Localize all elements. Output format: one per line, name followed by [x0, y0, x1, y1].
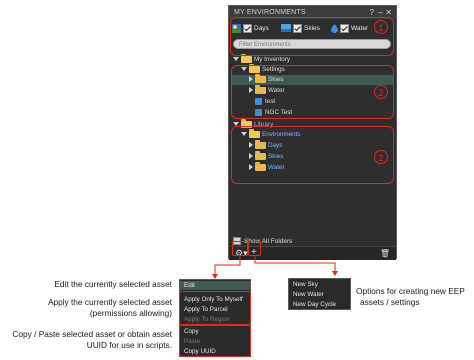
- caption-apply-line2: (permissions allowing): [89, 308, 172, 318]
- menu-item-edit[interactable]: Edit: [180, 281, 250, 290]
- annotation-box-apply: [179, 291, 251, 325]
- menu-item-new-day-cycle[interactable]: New Day Cycle: [293, 300, 336, 309]
- menu-item-new-water[interactable]: New Water: [293, 290, 324, 299]
- caption-new-line1: Options for creating new EEP: [356, 286, 465, 296]
- caption-copy-line2: UUID for use in scripts.: [86, 340, 172, 350]
- annotation-box-copy: [179, 325, 251, 357]
- caption-edit: Edit the currently selected asset: [54, 279, 172, 289]
- menu-item-new-sky[interactable]: New Sky: [293, 280, 318, 289]
- new-dropdown-menu: New Sky New Water New Day Cycle: [288, 278, 351, 310]
- caption-copy-line1: Copy / Paste selected asset or obtain as…: [12, 329, 172, 339]
- caption-new-line2: assets / settings: [360, 297, 420, 307]
- caption-apply-line1: Apply the currently selected asset: [47, 297, 172, 307]
